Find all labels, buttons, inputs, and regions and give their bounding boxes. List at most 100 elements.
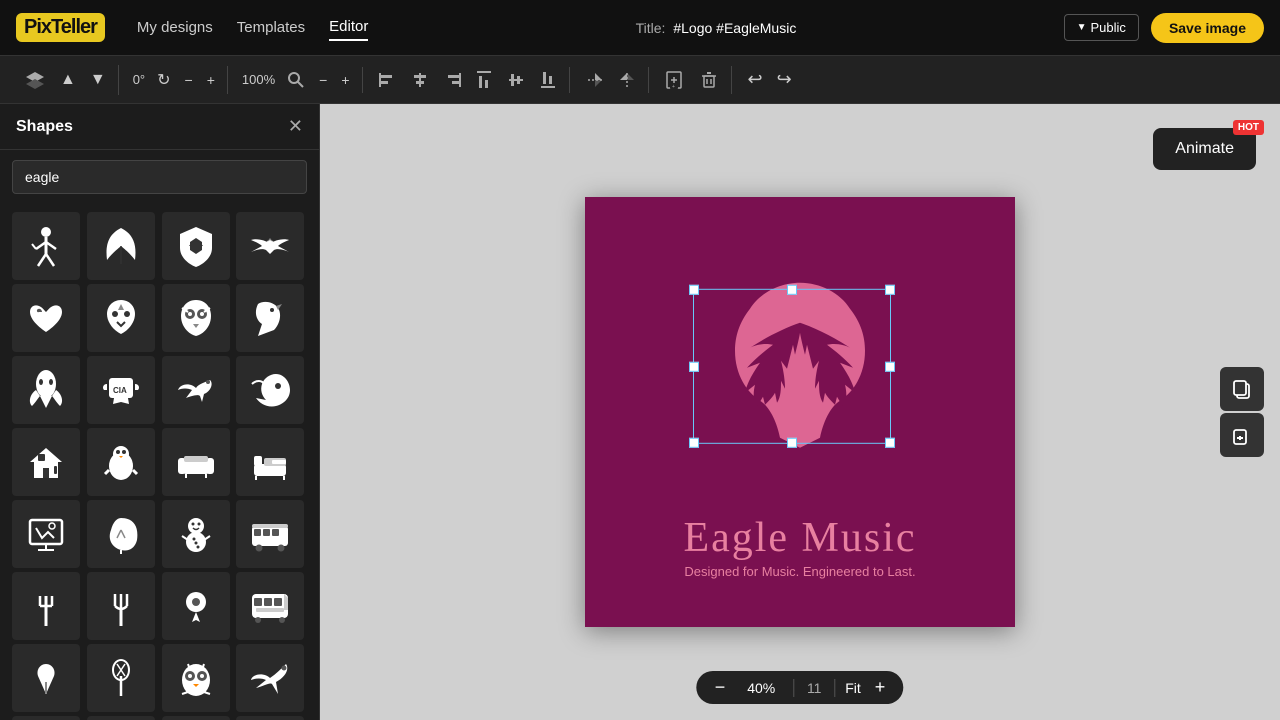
nav-right: ▼ Public Save image [1064, 13, 1264, 43]
public-button[interactable]: ▼ Public [1064, 14, 1139, 41]
shape-eagle-shield[interactable] [162, 212, 230, 280]
canvas-area: HOT Animate [320, 104, 1280, 720]
title-area: Title: #Logo #EagleMusic [392, 20, 1039, 36]
svg-text:+: + [672, 84, 675, 90]
zoom-in-button[interactable]: + [871, 677, 890, 698]
nav-templates[interactable]: Templates [237, 15, 305, 40]
align-top-button[interactable] [469, 67, 499, 93]
align-right-button[interactable] [437, 67, 467, 93]
zoom-plus[interactable]: + [335, 68, 355, 92]
shape-bus2[interactable] [236, 572, 304, 640]
save-image-button[interactable]: Save image [1151, 13, 1264, 43]
animate-label: Animate [1175, 140, 1234, 157]
shape-heart-bird[interactable] [12, 284, 80, 352]
search-box [12, 160, 307, 194]
animate-button[interactable]: HOT Animate [1153, 128, 1256, 170]
shape-figure[interactable] [12, 212, 80, 280]
rotate-button[interactable]: ↻ [151, 66, 176, 94]
shape-eagle-face[interactable] [87, 284, 155, 352]
shape-painting[interactable] [12, 500, 80, 568]
plus-rotate-button[interactable]: + [201, 68, 221, 92]
align-center-button[interactable] [405, 67, 435, 93]
zoom-minus[interactable]: − [313, 68, 333, 92]
shapes-grid: CIA [0, 204, 319, 720]
copy-button[interactable] [1220, 367, 1264, 411]
undo-button[interactable]: ↩ [742, 65, 769, 94]
sidebar: Shapes ✕ [0, 104, 320, 720]
flip-group [574, 67, 649, 93]
title-value: #Logo #EagleMusic [673, 20, 796, 36]
right-actions [1220, 367, 1264, 457]
zoom-pages: 11 [804, 680, 824, 696]
shape-arrows-h[interactable] [236, 716, 304, 720]
layer-icon[interactable] [18, 65, 52, 95]
delete-button[interactable] [693, 66, 725, 94]
shape-pitchfork[interactable] [12, 572, 80, 640]
shape-eagle-old[interactable] [12, 356, 80, 424]
shape-eagle-spread[interactable] [236, 212, 304, 280]
shape-snowman[interactable] [162, 500, 230, 568]
svg-text:CIA: CIA [113, 386, 127, 395]
flip-horizontal-button[interactable] [612, 67, 642, 93]
align-bottom-button[interactable] [533, 67, 563, 93]
shape-dove[interactable] [162, 356, 230, 424]
toolbar: ▲ ▼ 0° ↻ − + 100% − + [0, 56, 1280, 104]
zoom-icon[interactable] [281, 67, 311, 93]
animate-button-container: HOT Animate [1153, 128, 1256, 170]
flip-vertical-button[interactable] [580, 67, 610, 93]
zoom-separator2 [834, 679, 835, 697]
shape-eagle-profile[interactable] [236, 284, 304, 352]
nav-editor[interactable]: Editor [329, 14, 368, 41]
shape-leaf[interactable] [87, 500, 155, 568]
dropdown-icon: ▼ [1077, 22, 1087, 33]
shape-bed[interactable] [236, 428, 304, 496]
align-middle-button[interactable] [501, 67, 531, 93]
cut-button[interactable] [1220, 413, 1264, 457]
nav-my-designs[interactable]: My designs [137, 15, 213, 40]
shape-dove2[interactable] [236, 644, 304, 712]
zoom-separator [793, 679, 794, 697]
layer-up-button[interactable]: ▲ [54, 67, 82, 93]
title-prefix: Title: [636, 20, 666, 36]
zoom-group: 100% − + [232, 67, 363, 93]
history-group: ↩ ↪ [736, 65, 804, 94]
zoom-display: 100% [238, 72, 279, 87]
eagle-music-subtitle[interactable]: Designed for Music. Engineered to Last. [585, 564, 1015, 579]
sidebar-close-button[interactable]: ✕ [288, 116, 303, 137]
shape-bottle[interactable] [87, 716, 155, 720]
public-label: Public [1091, 20, 1126, 35]
zoom-out-button[interactable]: − [711, 677, 730, 698]
logo: PixTeller [16, 13, 105, 42]
shape-whisk[interactable] [87, 644, 155, 712]
shape-fork[interactable] [87, 572, 155, 640]
navbar: PixTeller My designs Templates Editor Ti… [0, 0, 1280, 56]
shape-cia-bird[interactable]: CIA [87, 356, 155, 424]
shape-night-bird[interactable] [236, 356, 304, 424]
shape-pin[interactable] [162, 572, 230, 640]
shape-sofa[interactable] [162, 428, 230, 496]
design-canvas: Eagle Music Designed for Music. Engineer… [585, 197, 1015, 627]
minus-rotate-button[interactable]: − [179, 68, 199, 92]
zoom-fit-button[interactable]: Fit [845, 680, 861, 696]
shape-owl-face[interactable] [162, 284, 230, 352]
shape-bus[interactable] [236, 500, 304, 568]
shape-chick[interactable] [87, 428, 155, 496]
layer-down-button[interactable]: ▼ [84, 67, 112, 93]
shape-wings[interactable] [12, 716, 80, 720]
shape-house-copy[interactable] [12, 428, 80, 496]
rotation-value: 0° [129, 72, 149, 87]
align-left-button[interactable] [373, 67, 403, 93]
align-group [367, 67, 570, 93]
shape-owl[interactable] [162, 644, 230, 712]
shape-arrows-v[interactable] [162, 716, 230, 720]
canvas-text: Eagle Music Designed for Music. Engineer… [585, 514, 1015, 579]
sidebar-title: Shapes [16, 118, 73, 136]
eagle-music-title[interactable]: Eagle Music [585, 514, 1015, 562]
eagle-logo[interactable] [665, 273, 935, 513]
sidebar-header: Shapes ✕ [0, 104, 319, 150]
add-page-button[interactable]: + [659, 66, 691, 94]
redo-button[interactable]: ↪ [771, 65, 798, 94]
shape-wishbone[interactable] [12, 644, 80, 712]
search-input[interactable] [12, 160, 307, 194]
shape-eagle-feather[interactable] [87, 212, 155, 280]
